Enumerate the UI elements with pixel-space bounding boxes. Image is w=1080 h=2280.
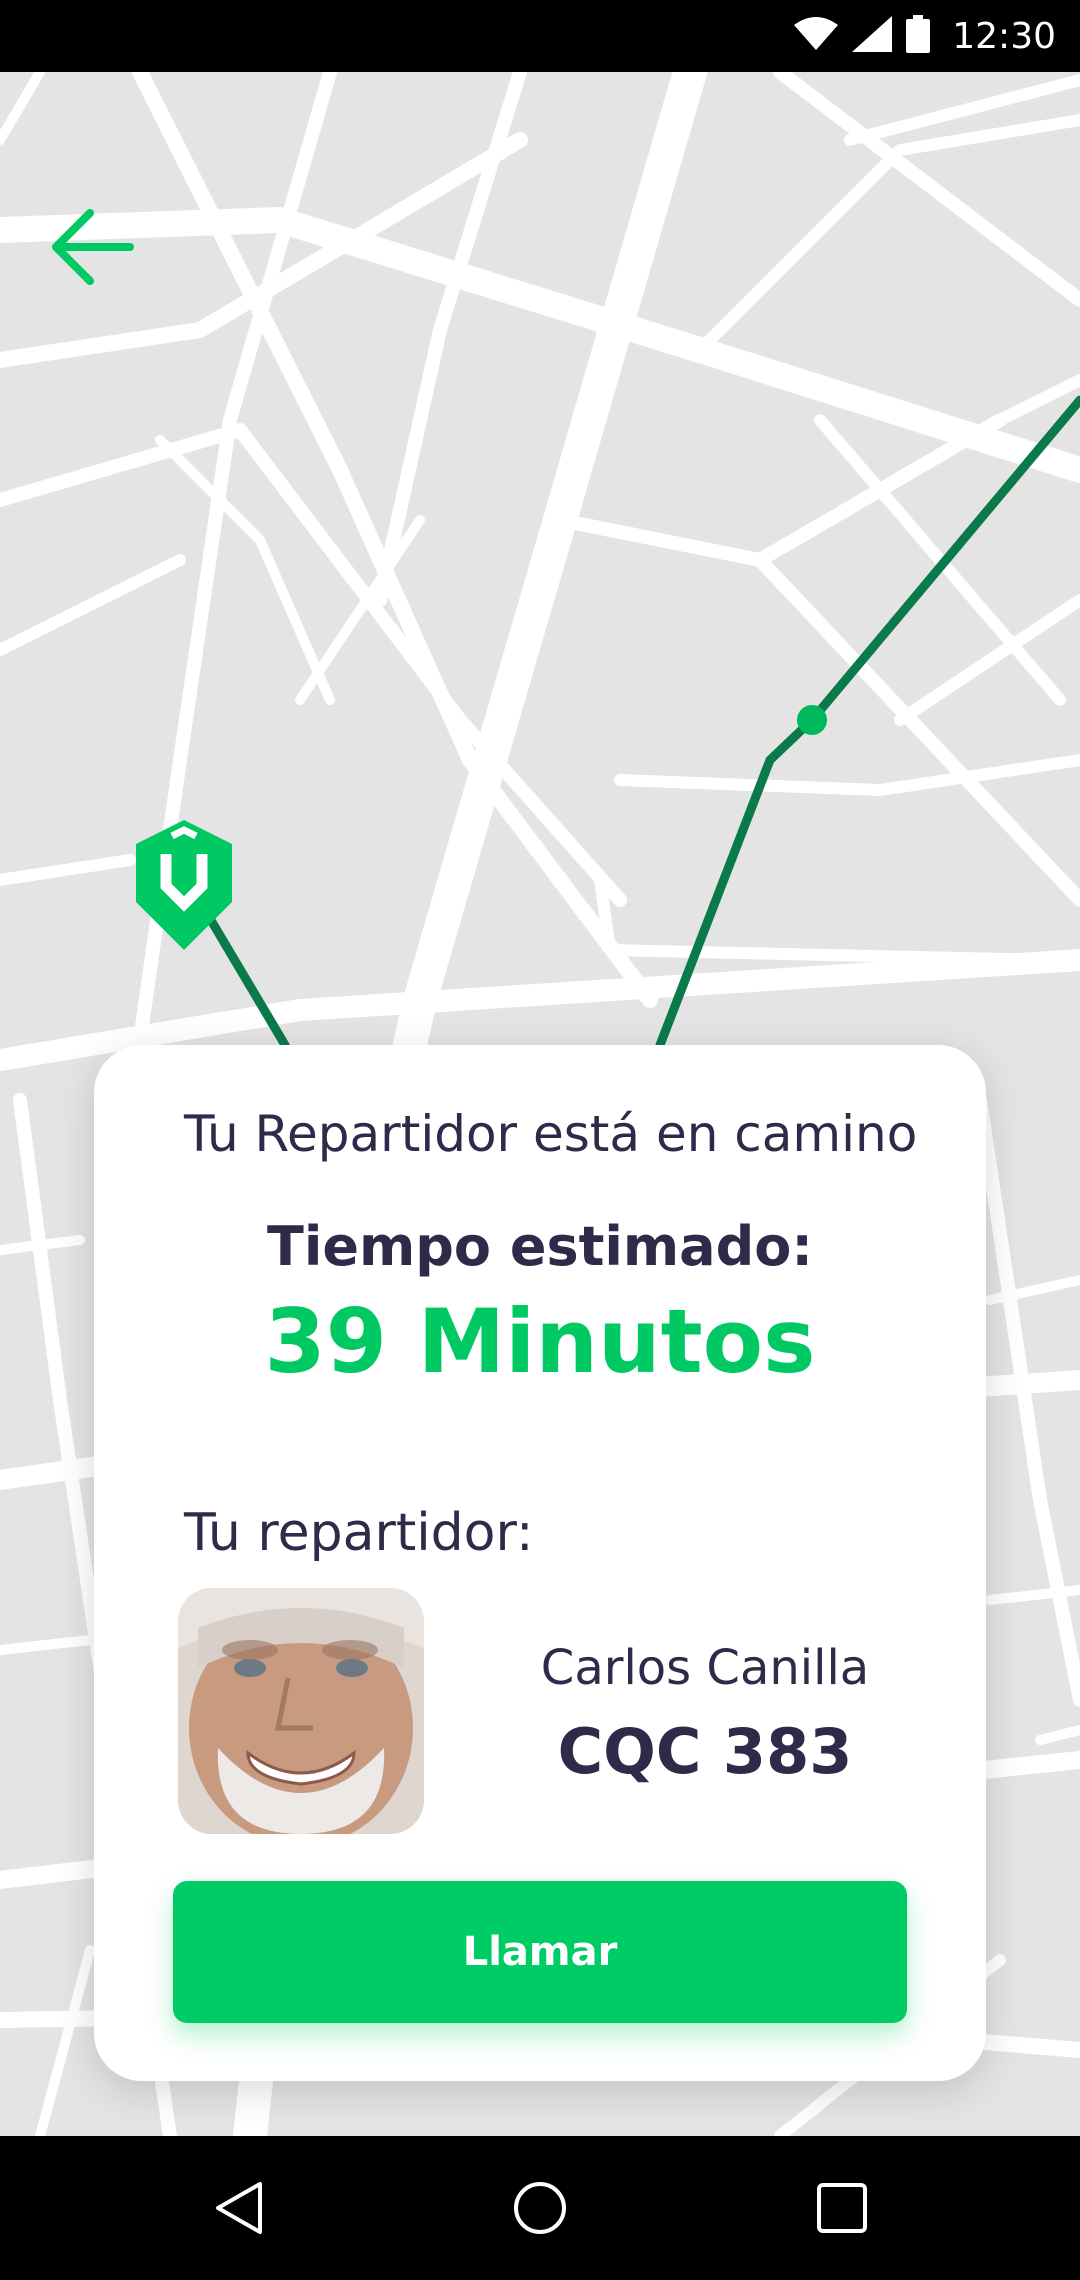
- nav-home-button[interactable]: [490, 2158, 590, 2258]
- avatar: [178, 1588, 424, 1834]
- status-bar: 12:30: [0, 0, 1080, 72]
- courier-label: Tu repartidor:: [184, 1503, 534, 1563]
- recents-square-icon: [817, 2183, 867, 2233]
- call-button[interactable]: Llamar: [173, 1881, 907, 2023]
- signal-icon: [852, 16, 893, 56]
- store-marker[interactable]: [124, 814, 244, 954]
- courier-name: Carlos Canilla: [540, 1640, 870, 1696]
- eta-value: 39 Minutos: [264, 1290, 816, 1393]
- nav-back-button[interactable]: [190, 2158, 290, 2258]
- screen: 12:30 Tu Repartidor está en camino Tiemp…: [0, 0, 1080, 2280]
- nav-recents-button[interactable]: [792, 2158, 892, 2258]
- arrow-left-icon: [52, 209, 134, 285]
- card-title: Tu Repartidor está en camino: [184, 1105, 918, 1163]
- back-button[interactable]: [44, 197, 144, 297]
- store-pin-icon: [136, 820, 232, 950]
- courier-position-dot: [797, 705, 827, 735]
- status-time: 12:30: [952, 15, 1056, 57]
- courier-plate: CQC 383: [557, 1715, 853, 1788]
- home-circle-icon: [514, 2182, 566, 2234]
- eta-label: Tiempo estimado:: [267, 1215, 813, 1278]
- delivery-card: Tu Repartidor está en camino Tiempo esti…: [94, 1045, 986, 2081]
- back-triangle-icon: [216, 2182, 262, 2234]
- battery-icon: [906, 15, 931, 57]
- wifi-icon: [794, 17, 839, 55]
- status-icons: 12:30: [794, 0, 1056, 72]
- courier-photo: [178, 1588, 424, 1834]
- system-nav-bar: [0, 2136, 1080, 2280]
